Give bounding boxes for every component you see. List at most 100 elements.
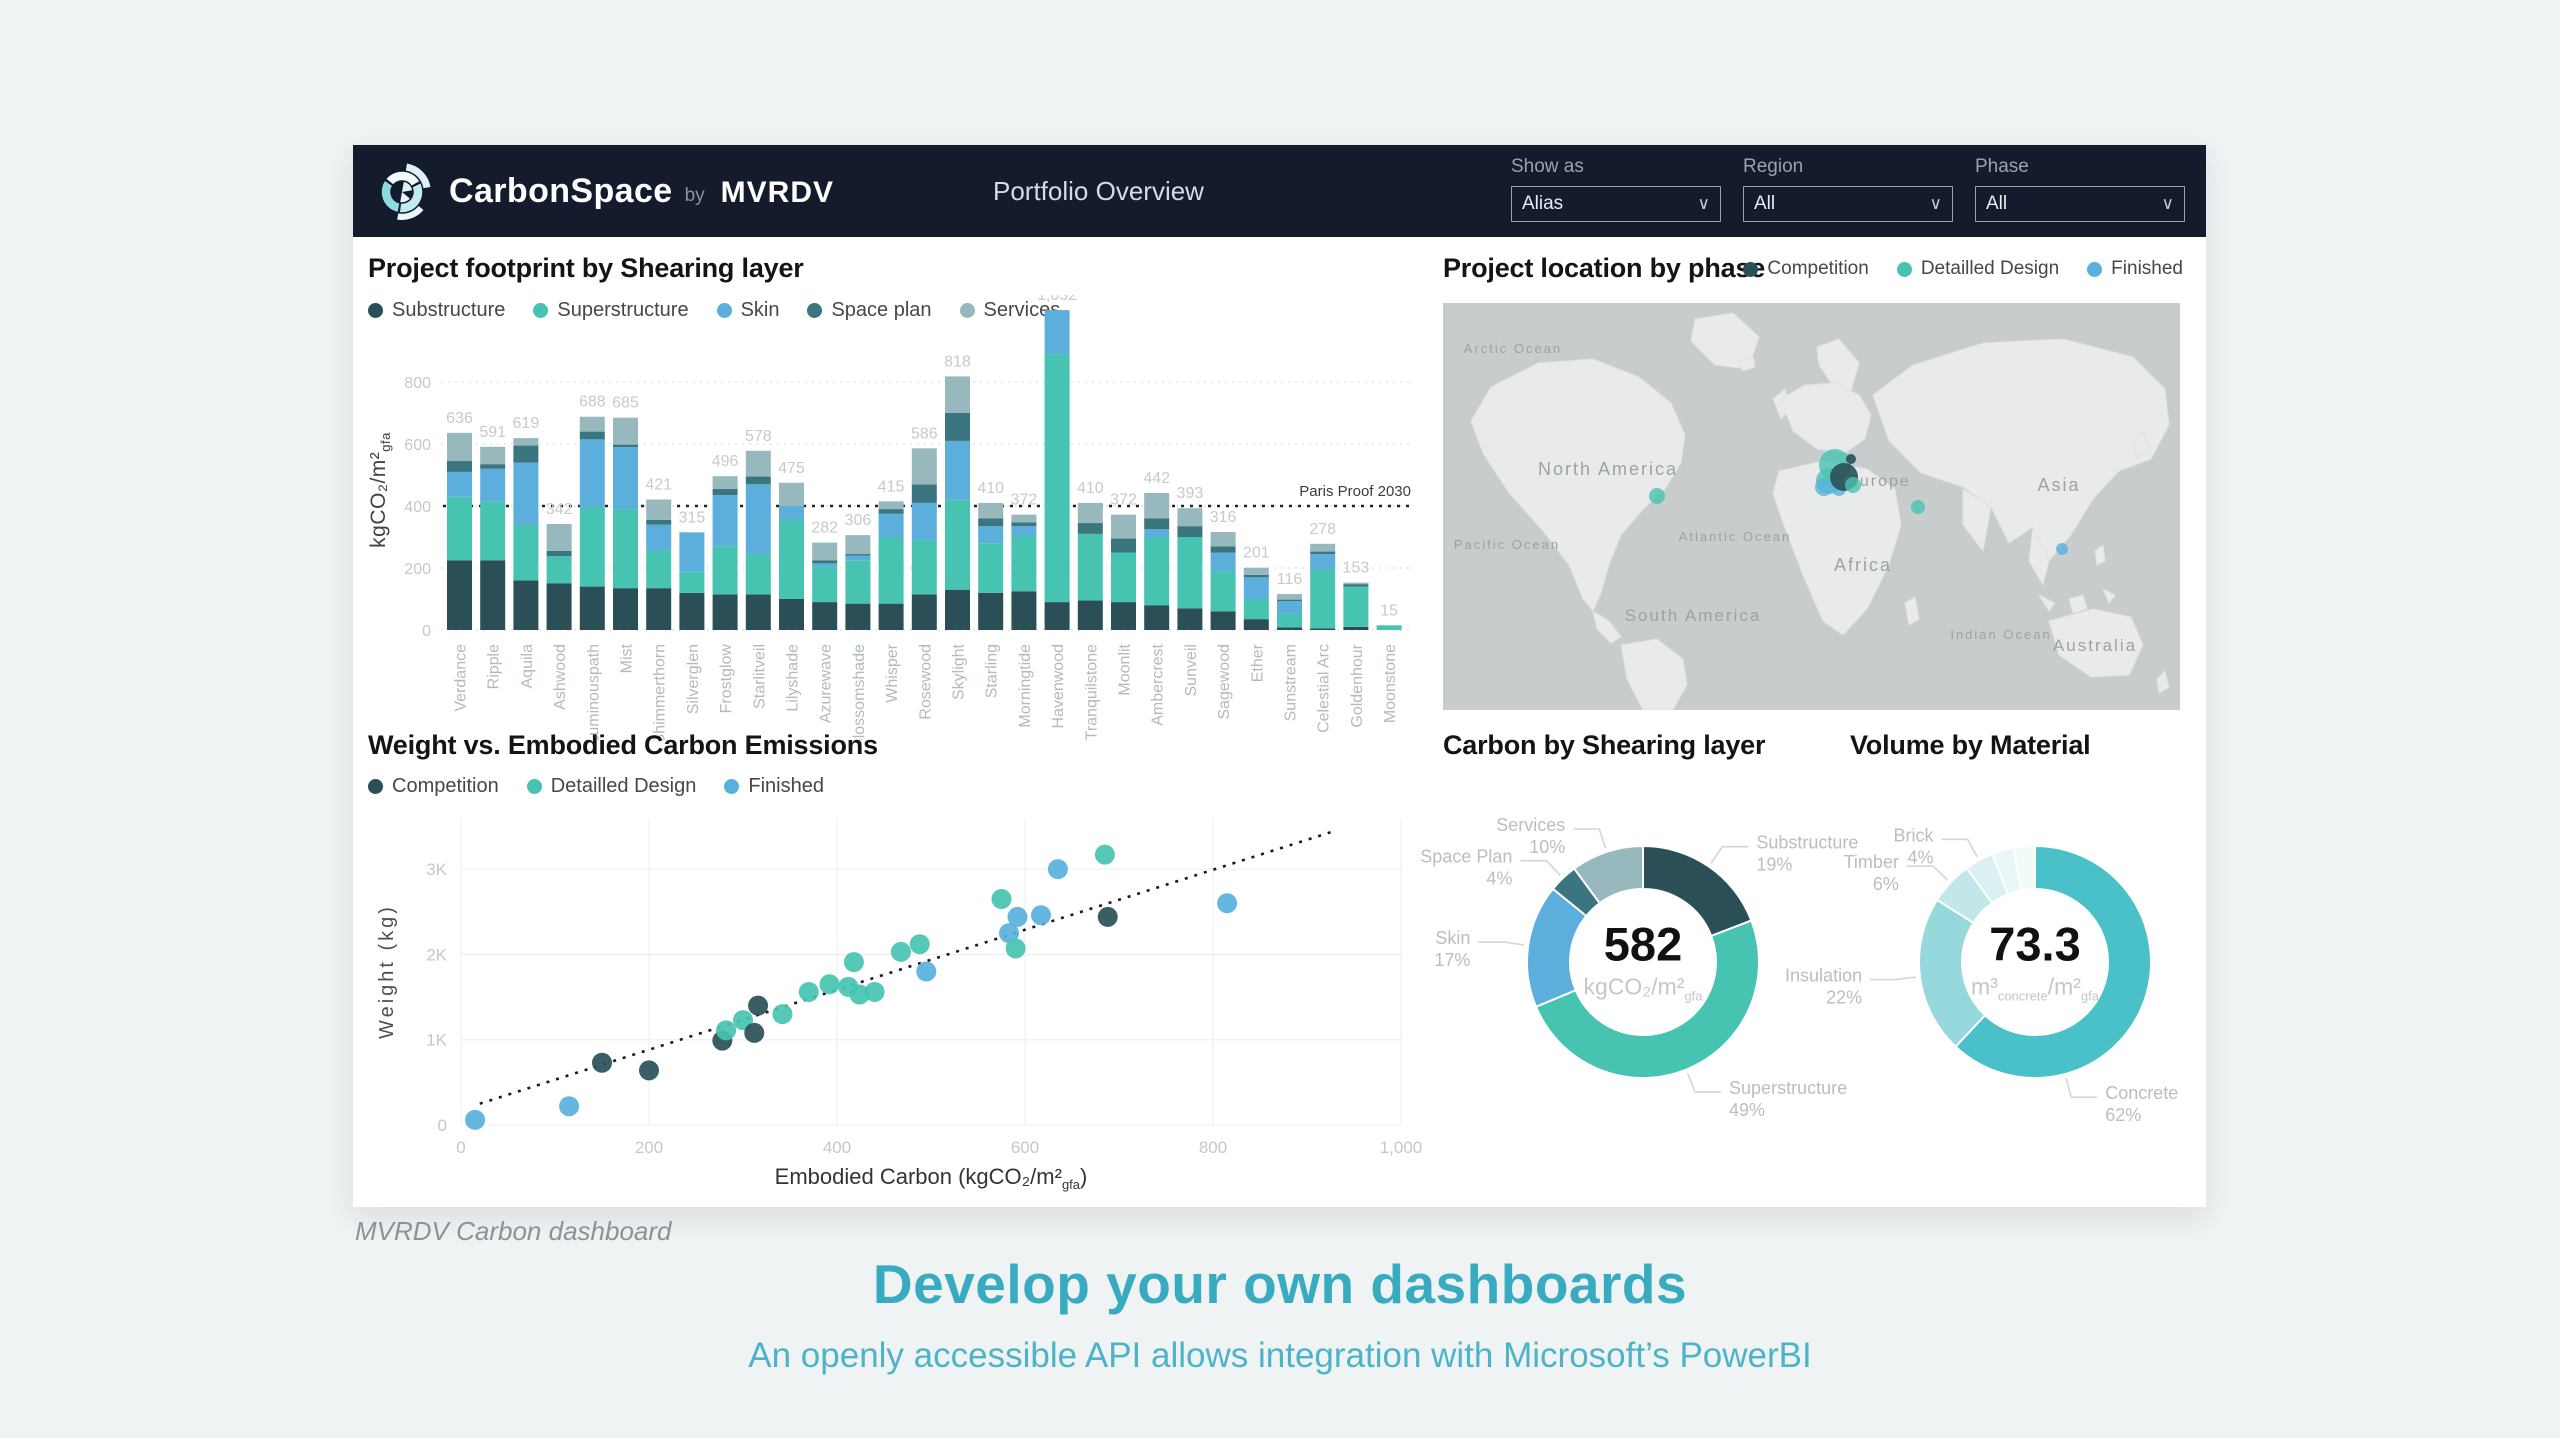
map-project-dot[interactable] [1845, 477, 1861, 493]
scatter-point[interactable] [1048, 859, 1068, 879]
bar-segment-skin[interactable] [779, 506, 804, 520]
bar-segment-substructure[interactable] [679, 593, 704, 630]
bar-segment-services[interactable] [713, 476, 738, 489]
bar-segment-superstructure[interactable] [1111, 553, 1136, 603]
bar-segment-superstructure[interactable] [812, 566, 837, 602]
map-project-dot[interactable] [1815, 478, 1833, 496]
bar-segment-skin[interactable] [1310, 554, 1335, 570]
bar-segment-skin[interactable] [845, 556, 870, 561]
bar-segment-superstructure[interactable] [1310, 570, 1335, 629]
bar-segment-substructure[interactable] [613, 588, 638, 630]
bar-segment-space-plan[interactable] [1343, 584, 1368, 586]
bar-segment-skin[interactable] [1277, 601, 1302, 613]
bar-segment-space-plan[interactable] [945, 413, 970, 441]
scatter-point[interactable] [1098, 907, 1118, 927]
bar-segment-skin[interactable] [978, 526, 1003, 543]
bar-segment-superstructure[interactable] [447, 497, 472, 561]
bar-segment-services[interactable] [1211, 532, 1236, 546]
bar-segment-skin[interactable] [1211, 553, 1236, 572]
scatter-point[interactable] [799, 982, 819, 1002]
bar-segment-substructure[interactable] [812, 602, 837, 630]
bar-segment-substructure[interactable] [912, 594, 937, 630]
bar-segment-substructure[interactable] [779, 599, 804, 630]
bar-segment-skin[interactable] [1045, 310, 1070, 354]
bar-segment-space-plan[interactable] [547, 551, 572, 556]
bar-segment-space-plan[interactable] [1211, 546, 1236, 552]
bar-segment-substructure[interactable] [1177, 608, 1202, 630]
bar-segment-skin[interactable] [580, 439, 605, 507]
bar-segment-superstructure[interactable] [480, 501, 505, 560]
bar-segment-superstructure[interactable] [1078, 534, 1103, 601]
bar-segment-superstructure[interactable] [613, 509, 638, 588]
bar-segment-skin[interactable] [1011, 526, 1036, 535]
bar-segment-substructure[interactable] [1144, 605, 1169, 630]
bar-segment-superstructure[interactable] [945, 500, 970, 590]
scatter-point[interactable] [592, 1053, 612, 1073]
bar-segment-skin[interactable] [879, 514, 904, 537]
bar-segment-superstructure[interactable] [1211, 571, 1236, 611]
bar-segment-services[interactable] [812, 543, 837, 561]
bar-segment-space-plan[interactable] [912, 484, 937, 503]
scatter-point[interactable] [748, 996, 768, 1016]
legend-item-detailled-design[interactable]: Detailled Design [1897, 258, 2059, 280]
bar-segment-services[interactable] [613, 418, 638, 445]
bar-segment-superstructure[interactable] [1277, 614, 1302, 628]
bar-segment-superstructure[interactable] [513, 525, 538, 581]
scatter-point[interactable] [916, 962, 936, 982]
bar-segment-space-plan[interactable] [613, 445, 638, 447]
bar-segment-substructure[interactable] [513, 580, 538, 630]
bar-segment-superstructure[interactable] [646, 551, 671, 588]
bar-segment-services[interactable] [1144, 493, 1169, 518]
bar-segment-superstructure[interactable] [746, 554, 771, 594]
bar-segment-superstructure[interactable] [978, 543, 1003, 593]
bar-segment-substructure[interactable] [1011, 591, 1036, 630]
bar-segment-space-plan[interactable] [580, 432, 605, 440]
bar-segment-superstructure[interactable] [1011, 535, 1036, 591]
scatter-point[interactable] [1217, 893, 1237, 913]
bar-segment-services[interactable] [1011, 515, 1036, 523]
show-as-dropdown[interactable]: Alias ∨ [1511, 186, 1721, 222]
map-project-dot[interactable] [1846, 454, 1856, 464]
bar-segment-services[interactable] [1343, 583, 1368, 585]
bar-segment-services[interactable] [1078, 503, 1103, 523]
bar-segment-skin[interactable] [447, 472, 472, 497]
bar-segment-space-plan[interactable] [879, 509, 904, 514]
bar-segment-services[interactable] [513, 438, 538, 445]
donut-slice-substructure[interactable] [1643, 846, 1751, 936]
bar-segment-space-plan[interactable] [845, 554, 870, 556]
bar-segment-skin[interactable] [513, 463, 538, 525]
scatter-point[interactable] [844, 952, 864, 972]
scatter-point[interactable] [865, 982, 885, 1002]
bar-segment-substructure[interactable] [1045, 602, 1070, 630]
bar-segment-superstructure[interactable] [713, 546, 738, 594]
bar-segment-services[interactable] [1177, 508, 1202, 526]
bar-segment-services[interactable] [1244, 568, 1269, 575]
bar-segment-superstructure[interactable] [679, 572, 704, 593]
bar-segment-space-plan[interactable] [713, 489, 738, 495]
bar-segment-skin[interactable] [746, 484, 771, 554]
bar-segment-space-plan[interactable] [1011, 522, 1036, 526]
phase-dropdown[interactable]: All ∨ [1975, 186, 2185, 222]
bar-segment-substructure[interactable] [447, 560, 472, 630]
scatter-point[interactable] [891, 942, 911, 962]
bar-segment-superstructure[interactable] [1045, 354, 1070, 602]
bar-segment-superstructure[interactable] [1377, 625, 1402, 630]
bar-segment-substructure[interactable] [646, 588, 671, 630]
bar-segment-skin[interactable] [613, 447, 638, 509]
bar-segment-substructure[interactable] [1078, 601, 1103, 630]
scatter-point[interactable] [559, 1096, 579, 1116]
bar-segment-superstructure[interactable] [547, 556, 572, 583]
bar-segment-services[interactable] [912, 448, 937, 484]
bar-segment-services[interactable] [945, 376, 970, 413]
legend-item-detailled-design[interactable]: Detailled Design [527, 775, 697, 798]
bar-segment-space-plan[interactable] [812, 560, 837, 563]
bar-segment-space-plan[interactable] [646, 520, 671, 525]
map-project-dot[interactable] [2056, 543, 2068, 555]
bar-segment-skin[interactable] [1144, 529, 1169, 537]
bar-segment-substructure[interactable] [1111, 602, 1136, 630]
scatter-point[interactable] [772, 1004, 792, 1024]
bar-segment-services[interactable] [480, 447, 505, 464]
bar-segment-services[interactable] [1277, 594, 1302, 600]
scatter-point[interactable] [1006, 938, 1026, 958]
bar-segment-substructure[interactable] [713, 594, 738, 630]
